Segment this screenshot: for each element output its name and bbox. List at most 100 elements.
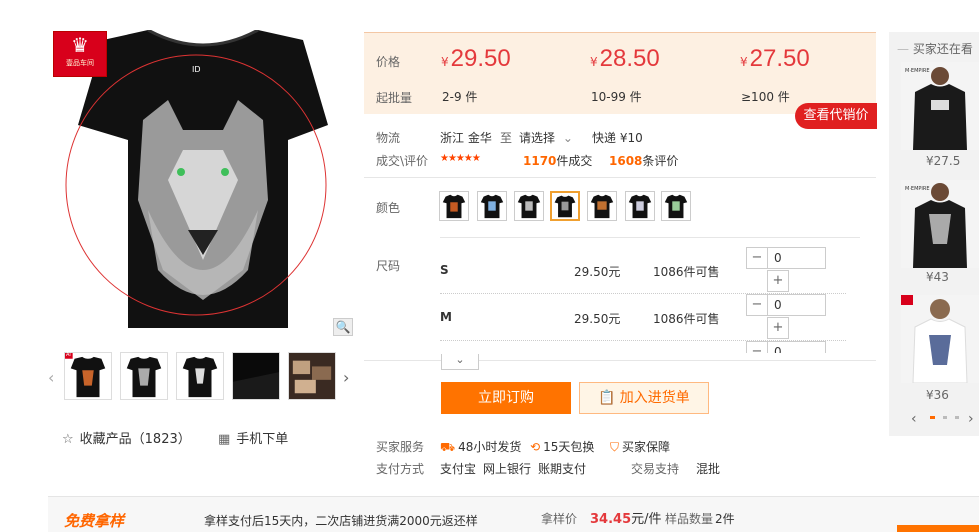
thumb-next-arrow[interactable]: › [343,368,349,387]
zoom-icon[interactable]: 🔍 [333,318,353,336]
thumb-5[interactable] [288,352,336,400]
crown-icon: ♛ [71,33,89,57]
svg-text:ID: ID [192,65,201,74]
color-swatch-5[interactable] [587,191,617,221]
color-swatch-7[interactable] [661,191,691,221]
sample-price-value: 34.45 [590,512,632,527]
color-swatch-6[interactable] [625,191,655,221]
truck-icon: ⛟ [440,440,456,454]
color-swatch-1[interactable] [439,191,469,221]
add-to-cart-label: 加入进货单 [619,390,690,406]
expand-sizes-toggle[interactable]: ⌄ [441,354,479,370]
also-viewed-item-3[interactable] [901,295,979,384]
thumb-2[interactable] [120,352,168,400]
payment-alipay: 支付宝 [440,462,477,476]
thumb-1[interactable]: Ai [64,352,112,400]
mobile-order[interactable]: ▦ 手机下单 [218,428,288,447]
currency-symbol: ¥ [590,55,598,69]
chevron-down-icon: ⌄ [562,131,573,145]
thumb-prev-arrow[interactable]: ‹ [48,368,54,387]
qty-plus-button[interactable]: + [767,270,789,292]
product-2-price: ¥43 [926,270,949,284]
qty-input[interactable]: 0 [768,247,826,269]
sample-price-unit: 元/件 [631,512,662,527]
payment-bank: 网上银行 [483,462,532,476]
swatch-6-image [628,194,652,219]
price-tier-3: ¥27.50 [740,45,810,73]
qty-minus-button[interactable]: − [746,247,768,269]
qty-minus-button[interactable]: − [746,294,768,316]
product-2-image: M·EMPIRE [901,180,979,268]
review-count[interactable]: 1608条评价 [609,152,678,169]
chevron-down-icon: ⌄ [455,353,465,366]
size-name: S [440,263,449,277]
shield-icon: ⛉ [610,440,620,454]
review-suffix: 条评价 [642,154,679,168]
size-price: 29.50元 [574,312,621,326]
size-label: 尺码 [376,259,401,273]
service-15day[interactable]: ⟲ 15天包换 [530,438,594,455]
tier-price: 27.50 [749,45,810,72]
deals-count[interactable]: 1170件成交 [523,152,592,169]
agent-price-button[interactable]: 查看代销价 [795,103,877,129]
sample-price: 34.45元/件 [590,508,662,527]
tier-price: 29.50 [450,45,511,72]
sidebar-dot[interactable] [955,416,959,419]
size-stock: 1086件可售 [653,265,720,279]
service-48h[interactable]: ⛟ 48小时发货 [440,438,521,456]
sidebar-next-arrow[interactable]: › [968,411,974,427]
thumb-3[interactable] [176,352,224,400]
qty-plus-button[interactable]: + [767,317,789,339]
free-sample-badge: 免费拿样 [64,512,125,530]
qty-input[interactable]: 0 [768,341,826,353]
thumb-4[interactable] [232,352,280,400]
service-guarantee[interactable]: ⛉ 买家保障 [610,438,670,455]
order-now-button[interactable]: 立即订购 [441,382,571,414]
sample-qty-label: 样品数量 [665,512,714,526]
logistics-label: 物流 [376,131,401,145]
also-viewed-item-2[interactable]: M·EMPIRE [901,180,979,268]
also-viewed-title-text: 买家还在看 [912,42,973,56]
currency-symbol: ¥ [441,55,449,69]
sidebar-dot-active[interactable] [930,416,935,419]
product-3-image [901,295,979,384]
shop-logo: ♛ 壹品车间 [53,31,107,77]
price-tier-1: ¥29.50 [441,45,511,73]
services-label: 买家服务 [376,440,425,454]
service-label: 15天包换 [543,440,595,454]
qty-minus-button[interactable]: − [746,341,768,353]
tier-range: ≥100 件 [741,90,790,104]
sidebar-prev-arrow[interactable]: ‹ [911,411,917,427]
svg-text:M·EMPIRE: M·EMPIRE [905,68,930,74]
express-fee: 快递 ¥10 [592,131,643,145]
shop-logo-text: 壹品车间 [66,59,94,67]
size-stock: 1086件可售 [653,312,720,326]
min-qty-label: 起批量 [376,91,413,105]
swatch-4-image [554,195,576,218]
qty-stepper-partial[interactable]: − 0 [746,341,826,353]
tier-range: 2-9 件 [442,90,478,104]
price-label: 价格 [376,55,401,69]
free-sample-bar [48,496,979,532]
favorite-product[interactable]: ☆ 收藏产品（1823） [62,428,191,447]
swatch-3-image [517,194,541,219]
color-swatch-3[interactable] [514,191,544,221]
also-viewed-item-1[interactable]: M·EMPIRE [901,62,979,150]
divider [440,237,860,238]
color-swatch-4-selected[interactable] [550,191,580,221]
logistics-origin: 浙江 金华 [440,131,492,145]
return-icon: ⟲ [530,440,541,454]
rating-stars: ★★★★★ [440,153,481,164]
sample-price-label: 拿样价 [541,512,578,526]
add-to-cart-button[interactable]: 📋 加入进货单 [579,382,709,414]
service-label: 买家保障 [622,440,671,454]
payment-label: 支付方式 [376,462,425,476]
deals-suffix: 件成交 [556,154,593,168]
thumb-2-image [126,356,162,398]
destination-select[interactable]: 请选择 ⌄ [519,129,573,146]
sample-order-button-edge[interactable] [897,525,979,532]
payment-credit: 账期支付 [538,462,587,476]
qty-input[interactable]: 0 [768,294,826,316]
sidebar-dot[interactable] [943,416,947,419]
color-swatch-2[interactable] [477,191,507,221]
